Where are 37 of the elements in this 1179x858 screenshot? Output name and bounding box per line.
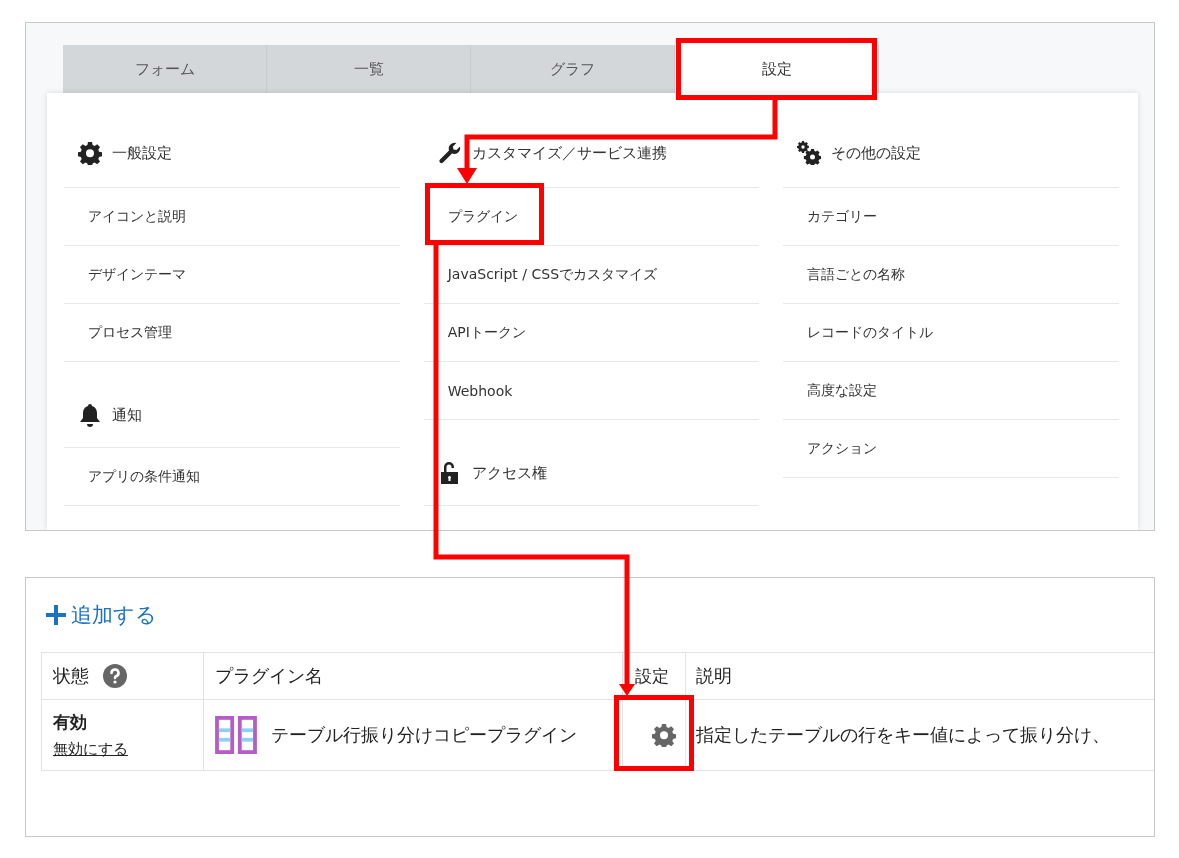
section-heading: その他の設定 bbox=[831, 143, 922, 163]
menu-item[interactable]: アプリの条件通知 bbox=[64, 448, 400, 506]
menu-item[interactable]: プラグイン bbox=[423, 188, 760, 246]
settings-icon[interactable] bbox=[652, 723, 676, 747]
status-text: 有効 bbox=[53, 711, 87, 734]
menu-item[interactable]: カテゴリー bbox=[783, 188, 1119, 246]
plugin-icon bbox=[215, 716, 257, 754]
tab[interactable]: グラフ bbox=[471, 45, 675, 93]
menu-item[interactable]: レコードのタイトル bbox=[783, 304, 1119, 362]
add-button[interactable]: 追加する bbox=[41, 600, 157, 630]
menu-item[interactable]: アイコンと説明 bbox=[64, 188, 400, 246]
plugin-name: テーブル行振り分けコピープラグイン bbox=[271, 723, 577, 747]
menu-item[interactable]: 高度な設定 bbox=[783, 362, 1119, 420]
gear-icon bbox=[78, 141, 102, 165]
menu-item[interactable]: アクション bbox=[783, 420, 1119, 478]
section-heading: カスタマイズ／サービス連携 bbox=[471, 143, 667, 163]
section-heading: 通知 bbox=[112, 405, 142, 425]
column-header: 説明 bbox=[685, 653, 1154, 699]
menu-item[interactable]: プロセス管理 bbox=[64, 304, 400, 362]
bell-icon bbox=[78, 403, 102, 427]
section-heading: 一般設定 bbox=[112, 143, 172, 163]
menu-item[interactable]: デザインテーマ bbox=[64, 246, 400, 304]
disable-link[interactable]: 無効にする bbox=[53, 740, 128, 759]
tab[interactable]: 一覧 bbox=[267, 45, 471, 93]
menu-item[interactable]: APIトークン bbox=[423, 304, 760, 362]
column-header: 状態 bbox=[41, 653, 203, 699]
section-heading: アクセス権 bbox=[471, 463, 547, 483]
plus-icon bbox=[46, 605, 66, 625]
gears-icon bbox=[797, 141, 822, 165]
table-cell: 指定したテーブルの行をキー値によって振り分け、 bbox=[685, 700, 1154, 770]
menu-item[interactable]: 言語ごとの名称 bbox=[783, 246, 1119, 304]
menu-item[interactable]: JavaScript / CSSでカスタマイズ bbox=[423, 246, 760, 304]
help-icon[interactable] bbox=[103, 664, 127, 688]
tab[interactable]: フォーム bbox=[63, 45, 267, 93]
wrench-icon bbox=[437, 141, 462, 165]
menu-item[interactable]: Webhook bbox=[423, 362, 760, 420]
tab[interactable]: 設定 bbox=[675, 45, 879, 93]
